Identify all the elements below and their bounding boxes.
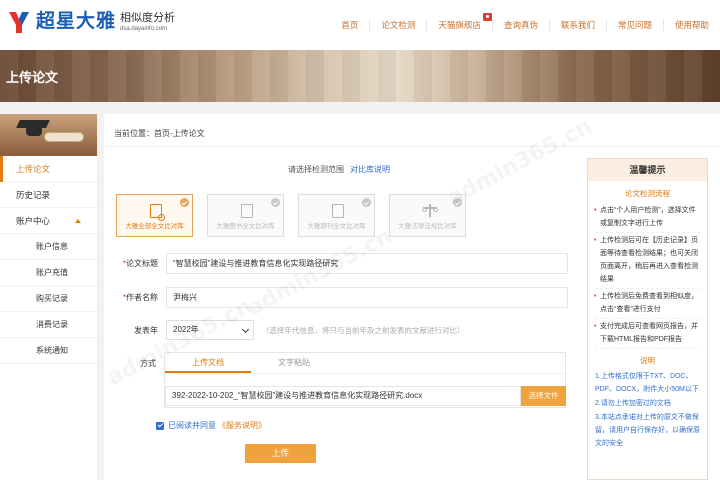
sidebar-item-account-center-label: 账户中心 xyxy=(16,216,51,226)
flow-step: 点击“个人用户检测”，选择文件或复制文字进行上传 xyxy=(594,203,700,233)
nav-verify[interactable]: 查询真伪 xyxy=(491,19,549,31)
diploma-scroll xyxy=(44,132,84,142)
db-card-label: 大雅全部全文比对库 xyxy=(125,223,184,230)
scale-post xyxy=(429,204,431,217)
author-label-text: 作者名称 xyxy=(126,293,158,302)
sidebar-item-purchases[interactable]: 购买记录 xyxy=(0,286,97,312)
cap-base xyxy=(26,127,42,136)
chevron-up-icon xyxy=(75,219,81,223)
brand-sub: 相似度分析 dsa.dayainfo.com xyxy=(120,12,175,33)
book-icon xyxy=(241,204,253,218)
flow-step: 上传检测后免费查看到相似度，点击“查看”进行支付 xyxy=(594,289,700,319)
logo-mark-icon xyxy=(6,9,32,35)
agreement-row: 已阅读并同意 《服务说明》 xyxy=(156,420,266,431)
sidebar-item-account-center[interactable]: 账户中心 xyxy=(0,208,97,234)
tab-divider xyxy=(165,373,565,374)
divider xyxy=(104,146,720,147)
title-label: *论文标题 xyxy=(114,258,158,269)
scope-help-link[interactable]: 对比库说明 xyxy=(350,165,390,174)
service-terms-link[interactable]: 《服务说明》 xyxy=(218,420,266,431)
sidebar-menu: 上传论文 历史记录 账户中心 账户信息 账户充值 购买记录 消费记录 系统通知 xyxy=(0,156,97,364)
flow-step: 上传检测后可在【历史记录】页面等待查看检测结果；也可关闭页面离开，稍后再进入查看… xyxy=(594,233,700,289)
nav-home[interactable]: 首页 xyxy=(330,19,369,31)
sidebar-item-notifications[interactable]: 系统通知 xyxy=(0,338,97,364)
brand-domain: dsa.dayainfo.com xyxy=(120,25,168,32)
sidebar-item-upload[interactable]: 上传论文 xyxy=(0,156,97,182)
db-card-label: 大雅法律法规比对库 xyxy=(398,223,457,230)
logo[interactable]: 超星大雅 相似度分析 dsa.dayainfo.com xyxy=(6,9,175,35)
scale-pan-right xyxy=(433,209,438,212)
breadcrumb: 当前位置：首页-上传论文 xyxy=(114,129,205,138)
brand-name: 超星大雅 xyxy=(36,11,117,32)
sidebar: 上传论文 历史记录 账户中心 账户信息 账户充值 购买记录 消费记录 系统通知 xyxy=(0,114,98,480)
title-label-text: 论文标题 xyxy=(126,259,158,268)
hot-badge-icon xyxy=(482,13,492,21)
scope-row: 请选择检测范围 对比库说明 xyxy=(288,164,390,175)
note-item: 1.上传格式仅限于TXT、DOC、PDF、DOCX，附件大小50M以下 xyxy=(595,373,699,393)
nav-detect[interactable]: 论文检测 xyxy=(369,19,426,31)
brand-tagline: 相似度分析 xyxy=(120,11,176,24)
sidebar-item-history[interactable]: 历史记录 xyxy=(0,182,97,208)
main-content: 当前位置：首页-上传论文 请选择检测范围 对比库说明 大雅全部全文比对库 大雅图书… xyxy=(104,114,720,480)
tips-panel: 温馨提示 论文检测流程 点击“个人用户检测”，选择文件或复制文字进行上传 上传检… xyxy=(587,158,708,480)
database-cards: 大雅全部全文比对库 大雅图书全文比对库 大雅期刊全文比对库 大雅法律法规比对库 xyxy=(116,194,480,237)
nav-help[interactable]: 使用帮助 xyxy=(662,19,720,31)
sidebar-item-consumption[interactable]: 消费记录 xyxy=(0,312,97,338)
graduation-cap-image xyxy=(0,114,97,156)
scale-icon xyxy=(422,204,438,218)
nav-tmall-label: 天猫旗舰店 xyxy=(438,20,481,30)
page-title: 上传论文 xyxy=(6,70,59,85)
journal-icon xyxy=(332,204,344,218)
file-path-input[interactable]: 392-2022-10-202_“智慧校园”建设与推进教育信息化实现路径研究.d… xyxy=(165,386,521,406)
year-hint: （选择年代信息，将只与当前年及之前发表的文献进行对比） xyxy=(262,325,465,335)
scope-label: 请选择检测范围 xyxy=(288,165,344,174)
header: 超星大雅 相似度分析 dsa.dayainfo.com 首页 论文检测 天猫旗舰… xyxy=(0,0,720,50)
document-search-icon xyxy=(150,204,165,221)
nav-tmall[interactable]: 天猫旗舰店 xyxy=(426,13,492,31)
author-label: *作者名称 xyxy=(114,292,158,303)
sidebar-item-recharge[interactable]: 账户充值 xyxy=(0,260,97,286)
upload-button[interactable]: 上传 xyxy=(245,444,316,463)
chevron-down-icon xyxy=(241,325,250,334)
year-label: 发表年 xyxy=(134,325,158,335)
nav-faq[interactable]: 常见问题 xyxy=(605,19,663,31)
upload-method-box: 上传文档 文字粘贴 392-2022-10-202_“智慧校园”建设与推进教育信… xyxy=(164,352,566,408)
notes-title: 说明 xyxy=(640,356,655,365)
author-row: *作者名称 尹梅兴 xyxy=(114,287,568,308)
sidebar-item-account-info[interactable]: 账户信息 xyxy=(0,234,97,260)
tab-paste-text[interactable]: 文字粘贴 xyxy=(251,353,337,373)
notes-list: 1.上传格式仅限于TXT、DOC、PDF、DOCX，附件大小50M以下 2.请勿… xyxy=(588,370,707,451)
agree-text: 已阅读并同意 xyxy=(168,421,216,430)
check-icon xyxy=(271,198,280,207)
db-card-books[interactable]: 大雅图书全文比对库 xyxy=(207,194,284,237)
note-item: 3.本站点承诺对上传的原文不做保留，请用户自行保存好，以确保原文的安全 xyxy=(595,414,700,447)
db-card-label: 大雅期刊全文比对库 xyxy=(307,223,366,230)
banner: 上传论文 xyxy=(0,50,720,102)
agree-checkbox[interactable] xyxy=(156,421,164,430)
check-icon xyxy=(180,198,189,207)
choose-file-button[interactable]: 选择文件 xyxy=(521,386,566,406)
scale-pan-left xyxy=(422,209,427,212)
flow-steps: 点击“个人用户检测”，选择文件或复制文字进行上传 上传检测后可在【历史记录】页面… xyxy=(588,203,707,349)
flow-title: 论文检测流程 xyxy=(625,189,670,198)
flow-step: 支付完成后可查看网页报告，并下载HTML报告和PDF报告 xyxy=(594,319,700,349)
db-card-journals[interactable]: 大雅期刊全文比对库 xyxy=(298,194,375,237)
nav-contact[interactable]: 联系我们 xyxy=(548,19,606,31)
top-nav: 首页 论文检测 天猫旗舰店 查询真伪 联系我们 常见问题 使用帮助 xyxy=(330,0,720,50)
db-card-all[interactable]: 大雅全部全文比对库 xyxy=(116,194,193,237)
db-card-label: 大雅图书全文比对库 xyxy=(216,223,275,230)
check-icon xyxy=(362,198,371,207)
tips-title: 温馨提示 xyxy=(588,159,707,181)
note-item: 2.请勿上传加密过的文档 xyxy=(595,400,671,407)
